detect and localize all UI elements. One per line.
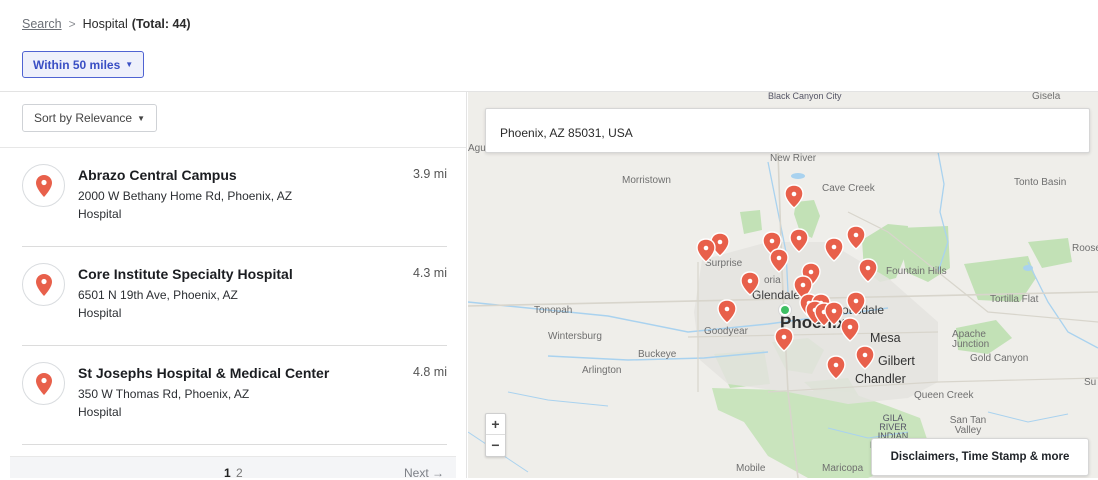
map-label-san-tan-valley: San Tan Valley: [949, 415, 987, 436]
result-address: 6501 N 19th Ave, Phoenix, AZ: [78, 288, 238, 302]
breadcrumb-current: Hospital: [82, 17, 128, 31]
map-location-input[interactable]: Phoenix, AZ 85031, USA: [485, 108, 1090, 153]
result-distance: 3.9 mi: [412, 167, 447, 181]
result-distance: 4.8 mi: [412, 365, 447, 379]
sort-label: Sort by Relevance: [34, 111, 133, 125]
map-label-tonopah: Tonopah: [534, 305, 573, 316]
result-address: 2000 W Bethany Home Rd, Phoenix, AZ: [78, 189, 293, 203]
map-label-arlington: Arlington: [582, 365, 622, 376]
map-label-chandler: Chandler: [855, 372, 906, 386]
result-type: Hospital: [78, 306, 122, 320]
caret-down-icon: ▼: [137, 113, 145, 123]
result-name[interactable]: Abrazo Central Campus: [78, 167, 237, 183]
map-label-gold-canyon: Gold Canyon: [970, 353, 1029, 364]
result-item[interactable]: Abrazo Central Campus 2000 W Bethany Hom…: [22, 148, 447, 247]
pagination-bar: [10, 456, 456, 478]
map-label-mesa: Mesa: [870, 331, 901, 345]
map-label-black-canyon: Black Canyon City: [768, 92, 842, 101]
location-pin-icon: [22, 164, 65, 207]
result-name[interactable]: St Josephs Hospital & Medical Center: [78, 365, 329, 381]
app-frame: Search > Hospital (Total: 44) Within 50 …: [0, 0, 1098, 480]
breadcrumb-search-link[interactable]: Search: [22, 17, 62, 31]
sort-button[interactable]: Sort by Relevance ▼: [22, 104, 157, 132]
map-label-queen-creek: Queen Creek: [914, 390, 974, 401]
location-pin-icon: [22, 362, 65, 405]
location-pin-icon: [22, 263, 65, 306]
zoom-control: + −: [485, 413, 506, 457]
map-label-goodyear: Goodyear: [704, 326, 748, 337]
map-label-new-river: New River: [770, 153, 817, 164]
caret-down-icon: ▼: [125, 60, 134, 69]
map-label-tortilla-flat: Tortilla Flat: [990, 294, 1039, 305]
map-label-wintersburg: Wintersburg: [548, 331, 602, 342]
map-label-maricopa: Maricopa: [822, 463, 864, 474]
result-address: 350 W Thomas Rd, Phoenix, AZ: [78, 387, 250, 401]
map-label-surprise: Surprise: [705, 258, 743, 269]
results-panel: Sort by Relevance ▼ Abrazo Central Campu…: [0, 92, 467, 480]
result-item[interactable]: Core Institute Specialty Hospital 6501 N…: [22, 247, 447, 346]
sort-bar: Sort by Relevance ▼: [0, 92, 466, 148]
map-label-apache-junction: Apache Junction: [952, 329, 990, 350]
result-type: Hospital: [78, 405, 122, 419]
distance-filter-button[interactable]: Within 50 miles ▼: [22, 51, 145, 78]
header: Search > Hospital (Total: 44) Within 50 …: [0, 0, 1098, 92]
map-label-glendale: Glendale: [752, 288, 801, 302]
map-label-peoria: oria: [764, 275, 781, 286]
map-label-cave-creek: Cave Creek: [822, 183, 875, 194]
map-label-gilbert: Gilbert: [878, 354, 915, 368]
map-label-roose: Roose: [1072, 243, 1098, 254]
map-label-mobile: Mobile: [736, 463, 766, 474]
map-label-phoenix: Phoenix: [780, 313, 847, 332]
breadcrumb-separator: >: [68, 17, 76, 31]
map-label-tonto-basin: Tonto Basin: [1014, 177, 1067, 188]
breadcrumb: Search > Hospital (Total: 44): [22, 17, 191, 31]
result-total: (Total: 44): [131, 17, 191, 31]
map-label-morristown: Morristown: [622, 175, 671, 186]
disclaimers-button[interactable]: Disclaimers, Time Stamp & more: [871, 438, 1089, 476]
map-label-buckeye: Buckeye: [638, 349, 677, 360]
zoom-out-button[interactable]: −: [486, 435, 505, 456]
distance-filter-label: Within 50 miles: [33, 57, 121, 72]
map-label-agu: Agu: [468, 143, 486, 154]
result-distance: 4.3 mi: [412, 266, 447, 280]
map-label-fountain-hills: Fountain Hills: [886, 266, 947, 277]
result-item[interactable]: St Josephs Hospital & Medical Center 350…: [22, 346, 447, 445]
map-label-gisela: Gisela: [1032, 92, 1061, 102]
result-name[interactable]: Core Institute Specialty Hospital: [78, 266, 293, 282]
map-label-su: Su: [1084, 377, 1097, 388]
zoom-in-button[interactable]: +: [486, 414, 505, 435]
map-label-scottsdale: ottsdale: [842, 303, 885, 317]
map[interactable]: Black Canyon City Gisela Agu New River M…: [468, 92, 1098, 478]
result-type: Hospital: [78, 207, 122, 221]
